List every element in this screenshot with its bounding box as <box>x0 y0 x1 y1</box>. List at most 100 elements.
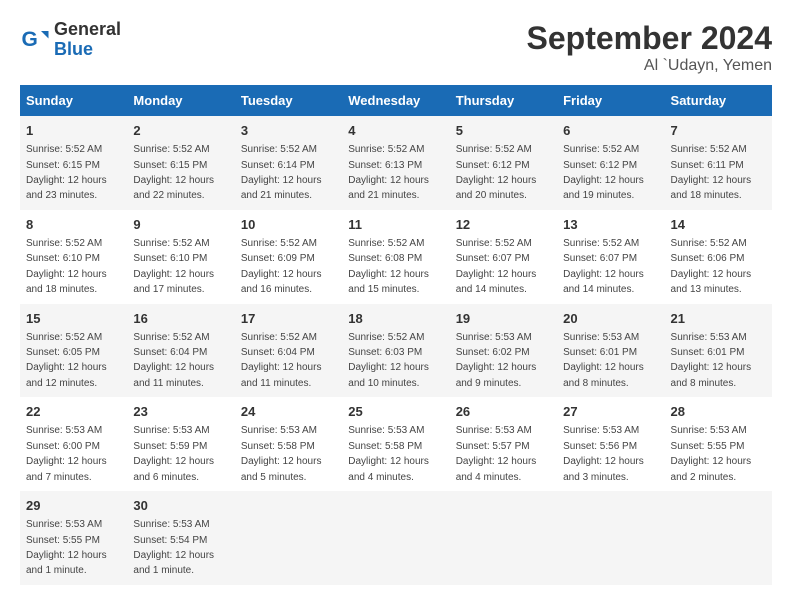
daylight-info: Daylight: 12 hours and 7 minutes. <box>26 456 107 482</box>
day-number: 11 <box>348 216 443 234</box>
sunrise-info: Sunrise: 5:52 AM <box>563 238 639 249</box>
day-number: 9 <box>133 216 228 234</box>
table-row: 23Sunrise: 5:53 AMSunset: 5:59 PMDayligh… <box>127 397 234 491</box>
day-number: 28 <box>671 403 766 421</box>
day-number: 7 <box>671 122 766 140</box>
day-number: 10 <box>241 216 336 234</box>
daylight-info: Daylight: 12 hours and 12 minutes. <box>26 362 107 388</box>
day-number: 24 <box>241 403 336 421</box>
table-row: 15Sunrise: 5:52 AMSunset: 6:05 PMDayligh… <box>20 304 127 398</box>
daylight-info: Daylight: 12 hours and 14 minutes. <box>456 269 537 295</box>
title-section: September 2024 Al `Udayn, Yemen <box>527 20 772 75</box>
daylight-info: Daylight: 12 hours and 1 minute. <box>26 550 107 576</box>
sunrise-info: Sunrise: 5:52 AM <box>671 238 747 249</box>
sunset-info: Sunset: 6:10 PM <box>133 253 207 264</box>
day-number: 8 <box>26 216 121 234</box>
day-number: 12 <box>456 216 551 234</box>
sunrise-info: Sunrise: 5:53 AM <box>671 425 747 436</box>
daylight-info: Daylight: 12 hours and 4 minutes. <box>456 456 537 482</box>
sunrise-info: Sunrise: 5:52 AM <box>133 332 209 343</box>
table-row: 1Sunrise: 5:52 AMSunset: 6:15 PMDaylight… <box>20 116 127 210</box>
col-tuesday: Tuesday <box>235 85 342 116</box>
table-row <box>557 491 664 585</box>
table-row: 3Sunrise: 5:52 AMSunset: 6:14 PMDaylight… <box>235 116 342 210</box>
table-row: 11Sunrise: 5:52 AMSunset: 6:08 PMDayligh… <box>342 210 449 304</box>
table-row <box>450 491 557 585</box>
location: Al `Udayn, Yemen <box>527 57 772 75</box>
logo-icon: G <box>20 25 50 55</box>
sunset-info: Sunset: 6:09 PM <box>241 253 315 264</box>
day-number: 19 <box>456 310 551 328</box>
day-number: 21 <box>671 310 766 328</box>
sunrise-info: Sunrise: 5:53 AM <box>563 425 639 436</box>
table-row: 26 Sunrise: 5:53 AM Sunset: 5:57 PM Dayligh… <box>450 397 557 491</box>
daylight-info: Daylight: 12 hours and 9 minutes. <box>456 362 537 388</box>
table-row: 5Sunrise: 5:52 AMSunset: 6:12 PMDaylight… <box>450 116 557 210</box>
sunset-info: Sunset: 5:59 PM <box>133 441 207 452</box>
sunset-info: Sunset: 6:07 PM <box>563 253 637 264</box>
sunset-info: Sunset: 6:15 PM <box>133 160 207 171</box>
table-row: 19Sunrise: 5:53 AMSunset: 6:02 PMDayligh… <box>450 304 557 398</box>
sunrise-info: Sunrise: 5:52 AM <box>671 144 747 155</box>
table-row: 8Sunrise: 5:52 AMSunset: 6:10 PMDaylight… <box>20 210 127 304</box>
day-number: 26 <box>456 403 551 421</box>
sunrise-info: Sunrise: 5:53 AM <box>26 519 102 530</box>
table-row: 22Sunrise: 5:53 AMSunset: 6:00 PMDayligh… <box>20 397 127 491</box>
table-row: 18Sunrise: 5:52 AMSunset: 6:03 PMDayligh… <box>342 304 449 398</box>
logo: G General Blue <box>20 20 121 60</box>
sunrise-info: Sunrise: 5:52 AM <box>456 238 532 249</box>
logo-general: General <box>54 20 121 40</box>
col-saturday: Saturday <box>665 85 772 116</box>
table-row: 4Sunrise: 5:52 AMSunset: 6:13 PMDaylight… <box>342 116 449 210</box>
table-row <box>235 491 342 585</box>
sunset-info: Sunset: 6:01 PM <box>563 347 637 358</box>
daylight-info: Daylight: 12 hours and 3 minutes. <box>563 456 644 482</box>
sunset-info: Sunset: 6:10 PM <box>26 253 100 264</box>
sunset-info: Sunset: 6:04 PM <box>241 347 315 358</box>
col-sunday: Sunday <box>20 85 127 116</box>
calendar-body: 1Sunrise: 5:52 AMSunset: 6:15 PMDaylight… <box>20 116 772 585</box>
day-number: 20 <box>563 310 658 328</box>
table-row: 25Sunrise: 5:53 AMSunset: 5:58 PMDayligh… <box>342 397 449 491</box>
table-row: 7Sunrise: 5:52 AMSunset: 6:11 PMDaylight… <box>665 116 772 210</box>
daylight-info: Daylight: 12 hours and 14 minutes. <box>563 269 644 295</box>
col-wednesday: Wednesday <box>342 85 449 116</box>
daylight-info: Daylight: 12 hours and 5 minutes. <box>241 456 322 482</box>
sunrise-info: Sunrise: 5:52 AM <box>348 144 424 155</box>
sunrise-info: Sunrise: 5:53 AM <box>456 425 532 436</box>
daylight-info: Daylight: 12 hours and 15 minutes. <box>348 269 429 295</box>
day-number: 3 <box>241 122 336 140</box>
day-number: 4 <box>348 122 443 140</box>
calendar-week-row: 8 Sunrise: 5:52 AM Sunset: 6:10 PM Daylight… <box>20 210 772 304</box>
sunrise-info: Sunrise: 5:52 AM <box>241 332 317 343</box>
sunrise-info: Sunrise: 5:53 AM <box>133 519 209 530</box>
daylight-info: Daylight: 12 hours and 2 minutes. <box>671 456 752 482</box>
daylight-info: Daylight: 12 hours and 16 minutes. <box>241 269 322 295</box>
table-row: 6Sunrise: 5:52 AMSunset: 6:12 PMDaylight… <box>557 116 664 210</box>
sunset-info: Sunset: 6:08 PM <box>348 253 422 264</box>
daylight-info: Daylight: 12 hours and 20 minutes. <box>456 175 537 201</box>
daylight-info: Daylight: 12 hours and 19 minutes. <box>563 175 644 201</box>
day-number: 30 <box>133 497 228 515</box>
daylight-info: Daylight: 12 hours and 18 minutes. <box>671 175 752 201</box>
daylight-info: Daylight: 12 hours and 8 minutes. <box>671 362 752 388</box>
sunrise-info: Sunrise: 5:52 AM <box>241 238 317 249</box>
day-number: 22 <box>26 403 121 421</box>
sunrise-info: Sunrise: 5:52 AM <box>241 144 317 155</box>
sunrise-info: Sunrise: 5:52 AM <box>133 238 209 249</box>
table-row: 28Sunrise: 5:53 AMSunset: 5:55 PMDayligh… <box>665 397 772 491</box>
calendar-week-row: 29Sunrise: 5:53 AMSunset: 5:55 PMDayligh… <box>20 491 772 585</box>
sunrise-info: Sunrise: 5:53 AM <box>26 425 102 436</box>
sunrise-info: Sunrise: 5:53 AM <box>133 425 209 436</box>
day-number: 13 <box>563 216 658 234</box>
table-row: 9Sunrise: 5:52 AMSunset: 6:10 PMDaylight… <box>127 210 234 304</box>
sunset-info: Sunset: 6:13 PM <box>348 160 422 171</box>
day-number: 25 <box>348 403 443 421</box>
sunset-info: Sunset: 6:06 PM <box>671 253 745 264</box>
day-number: 6 <box>563 122 658 140</box>
header-row: Sunday Monday Tuesday Wednesday Thursday… <box>20 85 772 116</box>
day-number: 18 <box>348 310 443 328</box>
sunset-info: Sunset: 5:57 PM <box>456 441 530 452</box>
sunrise-info: Sunrise: 5:52 AM <box>26 144 102 155</box>
daylight-info: Daylight: 12 hours and 8 minutes. <box>563 362 644 388</box>
